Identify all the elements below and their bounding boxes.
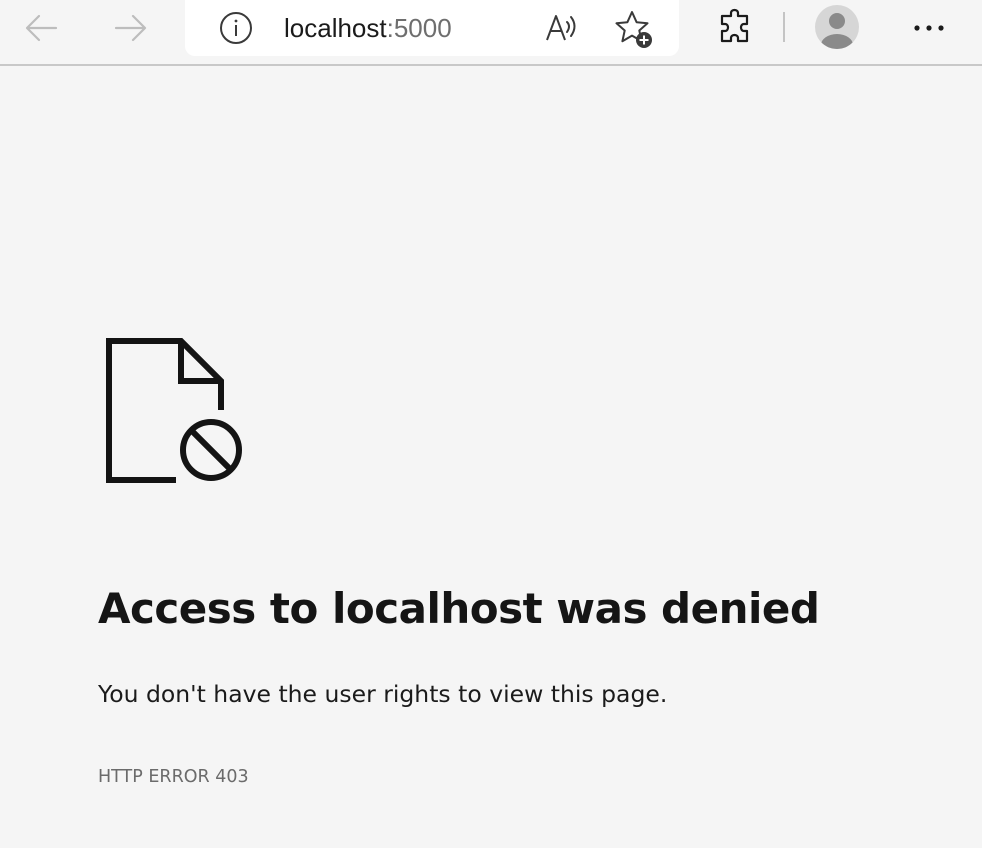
url-port: :5000 [386,13,452,43]
error-description: You don't have the user rights to view t… [98,680,668,708]
star-add-icon[interactable] [612,7,656,51]
read-aloud-icon[interactable] [542,8,582,48]
avatar[interactable] [814,4,860,50]
url-host: localhost [284,13,387,43]
document-blocked-icon [106,338,242,483]
error-code: HTTP ERROR 403 [98,767,249,787]
forward-button[interactable] [108,6,152,50]
arrow-left-icon [25,14,58,42]
toolbar-divider [783,12,785,42]
url-text[interactable]: localhost:5000 [284,10,452,46]
info-icon[interactable] [218,10,254,46]
arrow-right-icon [114,14,147,42]
error-title: Access to localhost was denied [98,584,820,633]
puzzle-icon[interactable] [714,6,758,50]
back-button[interactable] [20,6,64,50]
browser-toolbar: localhost:5000 [0,0,982,66]
ellipsis-icon[interactable] [906,8,952,48]
